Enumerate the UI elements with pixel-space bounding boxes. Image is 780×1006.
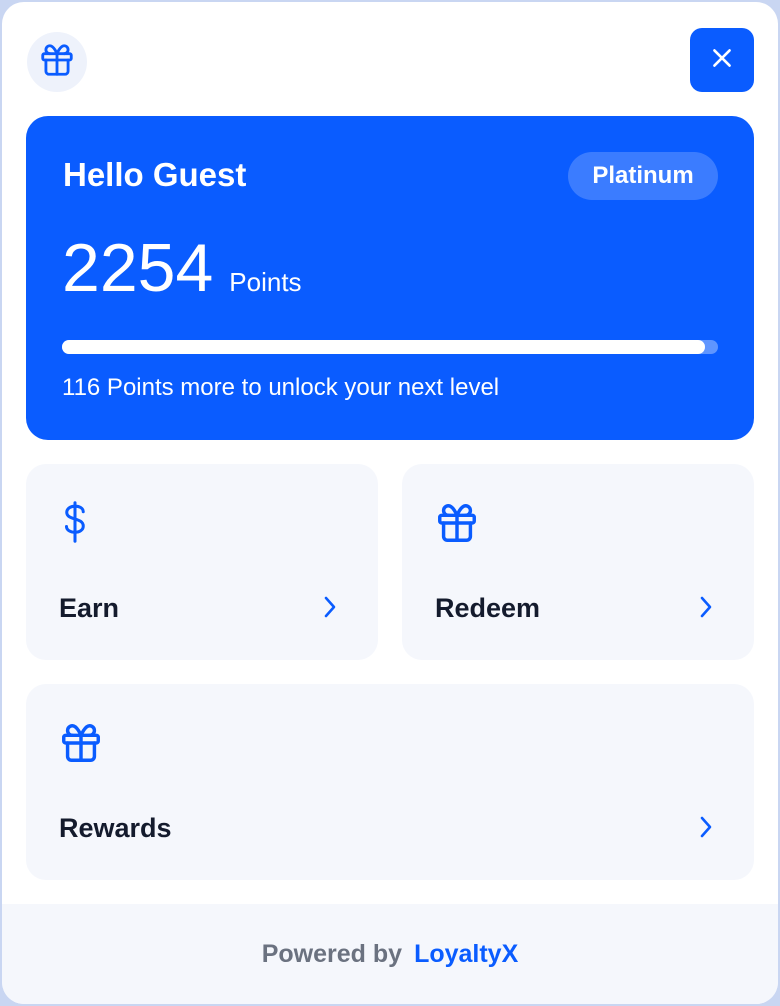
chevron-right-icon xyxy=(698,815,714,844)
dollar-icon xyxy=(58,500,92,549)
brand-link[interactable]: LoyaltyX xyxy=(414,940,518,969)
progress-text: 116 Points more to unlock your next leve… xyxy=(62,374,500,401)
points-row: 2254 Points xyxy=(62,234,302,302)
loyalty-widget: Hello Guest Platinum 2254 Points 116 Poi… xyxy=(2,2,778,1004)
rewards-label: Rewards xyxy=(59,813,172,843)
greeting-title: Hello Guest xyxy=(63,156,247,193)
redeem-label: Redeem xyxy=(435,593,541,623)
progress-bar xyxy=(62,340,718,354)
footer: Powered by LoyaltyX xyxy=(2,904,778,1004)
chevron-right-icon xyxy=(698,595,714,624)
points-summary-card: Hello Guest Platinum 2254 Points 116 Poi… xyxy=(26,116,754,440)
chevron-right-icon xyxy=(322,595,338,624)
powered-by-text: Powered by xyxy=(261,939,403,968)
close-icon xyxy=(709,45,735,76)
points-value: 2254 xyxy=(62,230,214,306)
gift-icon xyxy=(58,720,104,771)
logo-badge xyxy=(27,32,87,92)
close-button[interactable] xyxy=(690,28,754,92)
gift-icon xyxy=(38,41,76,84)
rewards-card[interactable]: Rewards xyxy=(26,684,754,880)
earn-label: Earn xyxy=(59,593,120,623)
points-unit: Points xyxy=(229,267,302,297)
tier-badge: Platinum xyxy=(568,152,718,200)
earn-card[interactable]: Earn xyxy=(26,464,378,660)
redeem-card[interactable]: Redeem xyxy=(402,464,754,660)
progress-fill xyxy=(62,340,705,354)
gift-icon xyxy=(434,500,480,551)
